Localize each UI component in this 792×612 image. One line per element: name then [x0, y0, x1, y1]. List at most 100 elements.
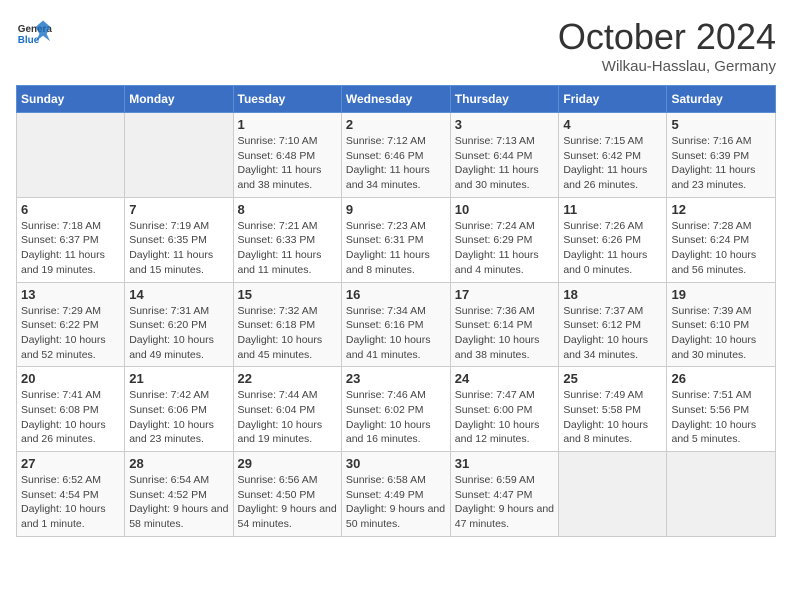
day-number: 26: [671, 371, 771, 386]
calendar-cell: 16Sunrise: 7:34 AM Sunset: 6:16 PM Dayli…: [341, 282, 450, 367]
calendar-cell: 1Sunrise: 7:10 AM Sunset: 6:48 PM Daylig…: [233, 113, 341, 198]
page-header: General Blue October 2024 Wilkau-Hasslau…: [16, 16, 776, 75]
day-number: 25: [563, 371, 662, 386]
day-number: 22: [238, 371, 337, 386]
calendar-cell: 7 Sunrise: 7:19 AM Sunset: 6:35 PM Daylig…: [125, 197, 233, 282]
day-number: 9: [346, 202, 446, 217]
day-number: 24: [455, 371, 555, 386]
calendar-cell: 23 Sunrise: 7:46 AM Sunset: 6:02 PM Dayli…: [341, 367, 450, 452]
day-number: 6: [21, 202, 120, 217]
day-number: 11: [563, 202, 662, 217]
day-info: Sunrise: 6:59 AM Sunset: 4:47 PM Dayligh…: [455, 473, 555, 532]
day-info: Sunrise: 7:12 AM Sunset: 6:46 PM Dayligh…: [346, 134, 446, 193]
calendar-cell: 18 Sunrise: 7:37 AM Sunset: 6:12 PM Dayli…: [559, 282, 667, 367]
day-info: Sunrise: 7:13 AM Sunset: 6:44 PM Dayligh…: [455, 134, 555, 193]
calendar-cell: 19 Sunrise: 7:39 AM Sunset: 6:10 PM Dayli…: [667, 282, 776, 367]
day-number: 29: [238, 456, 337, 471]
calendar-cell: 11 Sunrise: 7:26 AM Sunset: 6:26 PM Dayli…: [559, 197, 667, 282]
day-info: Sunrise: 7:37 AM Sunset: 6:12 PM Dayligh…: [563, 304, 662, 363]
day-number: 23: [346, 371, 446, 386]
calendar-cell: [17, 113, 125, 198]
day-info: Sunrise: 7:34 AM Sunset: 6:16 PM Dayligh…: [346, 304, 446, 363]
day-number: 12: [671, 202, 771, 217]
day-number: 19: [671, 287, 771, 302]
day-info: Sunrise: 7:31 AM Sunset: 6:20 PM Dayligh…: [129, 304, 228, 363]
calendar-cell: 31 Sunrise: 6:59 AM Sunset: 4:47 PM Dayli…: [450, 452, 559, 537]
day-number: 31: [455, 456, 555, 471]
location: Wilkau-Hasslau, Germany: [558, 58, 776, 75]
day-info: Sunrise: 7:24 AM Sunset: 6:29 PM Dayligh…: [455, 219, 555, 278]
calendar-table: SundayMondayTuesdayWednesdayThursdayFrid…: [16, 85, 776, 537]
calendar-cell: 28Sunrise: 6:54 AM Sunset: 4:52 PM Dayli…: [125, 452, 233, 537]
calendar-cell: 27 Sunrise: 6:52 AM Sunset: 4:54 PM Dayli…: [17, 452, 125, 537]
day-info: Sunrise: 6:56 AM Sunset: 4:50 PM Dayligh…: [238, 473, 337, 532]
weekday-header-wednesday: Wednesday: [341, 86, 450, 113]
weekday-header-thursday: Thursday: [450, 86, 559, 113]
day-info: Sunrise: 7:16 AM Sunset: 6:39 PM Dayligh…: [671, 134, 771, 193]
day-number: 2: [346, 117, 446, 132]
weekday-header-saturday: Saturday: [667, 86, 776, 113]
day-info: Sunrise: 7:15 AM Sunset: 6:42 PM Dayligh…: [563, 134, 662, 193]
calendar-cell: [125, 113, 233, 198]
calendar-cell: 26 Sunrise: 7:51 AM Sunset: 5:56 PM Dayli…: [667, 367, 776, 452]
day-info: Sunrise: 7:26 AM Sunset: 6:26 PM Dayligh…: [563, 219, 662, 278]
logo: General Blue: [16, 16, 56, 52]
calendar-cell: 25 Sunrise: 7:49 AM Sunset: 5:58 PM Dayli…: [559, 367, 667, 452]
title-block: October 2024 Wilkau-Hasslau, Germany: [558, 16, 776, 75]
day-info: Sunrise: 7:47 AM Sunset: 6:00 PM Dayligh…: [455, 388, 555, 447]
day-info: Sunrise: 7:10 AM Sunset: 6:48 PM Dayligh…: [238, 134, 337, 193]
day-info: Sunrise: 7:19 AM Sunset: 6:35 PM Dayligh…: [129, 219, 228, 278]
day-info: Sunrise: 6:52 AM Sunset: 4:54 PM Dayligh…: [21, 473, 120, 532]
calendar-cell: 24 Sunrise: 7:47 AM Sunset: 6:00 PM Dayli…: [450, 367, 559, 452]
weekday-header-friday: Friday: [559, 86, 667, 113]
day-info: Sunrise: 6:54 AM Sunset: 4:52 PM Dayligh…: [129, 473, 228, 532]
calendar-cell: 6 Sunrise: 7:18 AM Sunset: 6:37 PM Daylig…: [17, 197, 125, 282]
calendar-cell: 22 Sunrise: 7:44 AM Sunset: 6:04 PM Dayli…: [233, 367, 341, 452]
day-info: Sunrise: 7:29 AM Sunset: 6:22 PM Dayligh…: [21, 304, 120, 363]
weekday-header-tuesday: Tuesday: [233, 86, 341, 113]
day-info: Sunrise: 7:18 AM Sunset: 6:37 PM Dayligh…: [21, 219, 120, 278]
day-info: Sunrise: 7:51 AM Sunset: 5:56 PM Dayligh…: [671, 388, 771, 447]
calendar-cell: 17Sunrise: 7:36 AM Sunset: 6:14 PM Dayli…: [450, 282, 559, 367]
calendar-cell: 20 Sunrise: 7:41 AM Sunset: 6:08 PM Dayli…: [17, 367, 125, 452]
day-number: 13: [21, 287, 120, 302]
day-number: 8: [238, 202, 337, 217]
calendar-cell: 15 Sunrise: 7:32 AM Sunset: 6:18 PM Dayli…: [233, 282, 341, 367]
day-number: 30: [346, 456, 446, 471]
day-info: Sunrise: 6:58 AM Sunset: 4:49 PM Dayligh…: [346, 473, 446, 532]
day-number: 27: [21, 456, 120, 471]
calendar-cell: 10 Sunrise: 7:24 AM Sunset: 6:29 PM Dayli…: [450, 197, 559, 282]
weekday-header-sunday: Sunday: [17, 86, 125, 113]
calendar-cell: 2 Sunrise: 7:12 AM Sunset: 6:46 PM Daylig…: [341, 113, 450, 198]
day-info: Sunrise: 7:49 AM Sunset: 5:58 PM Dayligh…: [563, 388, 662, 447]
day-info: Sunrise: 7:21 AM Sunset: 6:33 PM Dayligh…: [238, 219, 337, 278]
calendar-cell: 4Sunrise: 7:15 AM Sunset: 6:42 PM Daylig…: [559, 113, 667, 198]
day-number: 7: [129, 202, 228, 217]
weekday-header-monday: Monday: [125, 86, 233, 113]
calendar-cell: 9 Sunrise: 7:23 AM Sunset: 6:31 PM Daylig…: [341, 197, 450, 282]
calendar-cell: 13 Sunrise: 7:29 AM Sunset: 6:22 PM Dayli…: [17, 282, 125, 367]
day-info: Sunrise: 7:36 AM Sunset: 6:14 PM Dayligh…: [455, 304, 555, 363]
calendar-cell: 30 Sunrise: 6:58 AM Sunset: 4:49 PM Dayli…: [341, 452, 450, 537]
day-number: 15: [238, 287, 337, 302]
day-info: Sunrise: 7:46 AM Sunset: 6:02 PM Dayligh…: [346, 388, 446, 447]
day-info: Sunrise: 7:41 AM Sunset: 6:08 PM Dayligh…: [21, 388, 120, 447]
day-number: 20: [21, 371, 120, 386]
calendar-cell: 3 Sunrise: 7:13 AM Sunset: 6:44 PM Daylig…: [450, 113, 559, 198]
day-number: 18: [563, 287, 662, 302]
day-info: Sunrise: 7:44 AM Sunset: 6:04 PM Dayligh…: [238, 388, 337, 447]
day-info: Sunrise: 7:42 AM Sunset: 6:06 PM Dayligh…: [129, 388, 228, 447]
day-number: 3: [455, 117, 555, 132]
month-title: October 2024: [558, 16, 776, 58]
calendar-cell: 12 Sunrise: 7:28 AM Sunset: 6:24 PM Dayli…: [667, 197, 776, 282]
calendar-cell: [667, 452, 776, 537]
calendar-cell: 14Sunrise: 7:31 AM Sunset: 6:20 PM Dayli…: [125, 282, 233, 367]
day-info: Sunrise: 7:39 AM Sunset: 6:10 PM Dayligh…: [671, 304, 771, 363]
day-info: Sunrise: 7:32 AM Sunset: 6:18 PM Dayligh…: [238, 304, 337, 363]
day-info: Sunrise: 7:28 AM Sunset: 6:24 PM Dayligh…: [671, 219, 771, 278]
day-number: 10: [455, 202, 555, 217]
calendar-cell: 21Sunrise: 7:42 AM Sunset: 6:06 PM Dayli…: [125, 367, 233, 452]
calendar-cell: 29 Sunrise: 6:56 AM Sunset: 4:50 PM Dayli…: [233, 452, 341, 537]
day-info: Sunrise: 7:23 AM Sunset: 6:31 PM Dayligh…: [346, 219, 446, 278]
logo-icon: General Blue: [16, 16, 52, 52]
